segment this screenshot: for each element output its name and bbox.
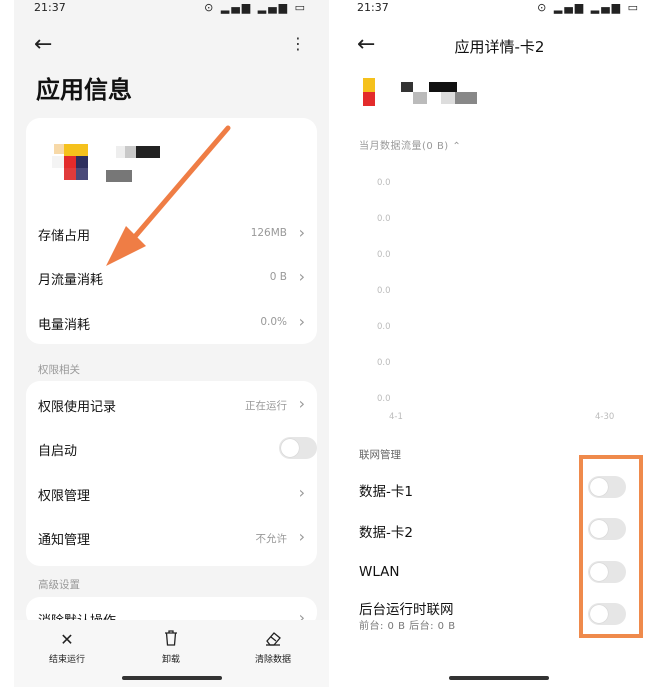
- app-info-screen: 21:37 ⊙ ▂▄▆ ▂▄▆ ▭ ← ⋮ 应用信息 存储占用 126MB ›: [14, 0, 329, 687]
- y-tick: 0.0: [377, 178, 391, 188]
- network-section-label: 联网管理: [359, 449, 401, 461]
- y-tick: 0.0: [377, 322, 391, 332]
- toggle-highlight-box: [579, 455, 643, 638]
- y-tick: 0.0: [377, 250, 391, 260]
- monthly-flow-label[interactable]: 当月数据流量(0 B) ⌃: [359, 137, 461, 152]
- status-bar: 21:37 ⊙ ▂▄▆ ▂▄▆ ▭: [337, 0, 662, 18]
- y-tick: 0.0: [377, 214, 391, 224]
- annotation-arrow: [106, 125, 231, 266]
- data-usage-chart: 0.0 0.0 0.0 0.0 0.0 0.0 0.0 4-1 4-30: [337, 160, 662, 430]
- app-icon: [363, 78, 377, 106]
- status-icons: ⊙ ▂▄▆ ▂▄▆ ▭: [537, 1, 640, 14]
- y-tick: 0.0: [377, 394, 391, 404]
- background-network-label: 后台运行时联网: [359, 602, 454, 618]
- y-tick: 0.0: [377, 358, 391, 368]
- sim2-data-label: 数据-卡2: [359, 525, 413, 541]
- screenshot-canvas: 21:37 ⊙ ▂▄▆ ▂▄▆ ▭ ← ⋮ 应用信息 存储占用 126MB ›: [0, 0, 662, 687]
- sim1-data-label: 数据-卡1: [359, 484, 413, 500]
- background-usage-sub: 前台: 0 B 后台: 0 B: [359, 621, 456, 632]
- x-tick: 4-1: [389, 412, 403, 422]
- y-tick: 0.0: [377, 286, 391, 296]
- page-title: 应用详情-卡2: [454, 38, 545, 56]
- status-time: 21:37: [357, 1, 389, 14]
- app-detail-sim2-screen: 21:37 ⊙ ▂▄▆ ▂▄▆ ▭ ← 应用详情-卡2 当月数据流量(0 B) …: [337, 0, 662, 687]
- app-name-redacted: [401, 78, 481, 106]
- x-tick: 4-30: [595, 412, 615, 422]
- home-indicator: [449, 676, 549, 680]
- wlan-label: WLAN: [359, 564, 400, 580]
